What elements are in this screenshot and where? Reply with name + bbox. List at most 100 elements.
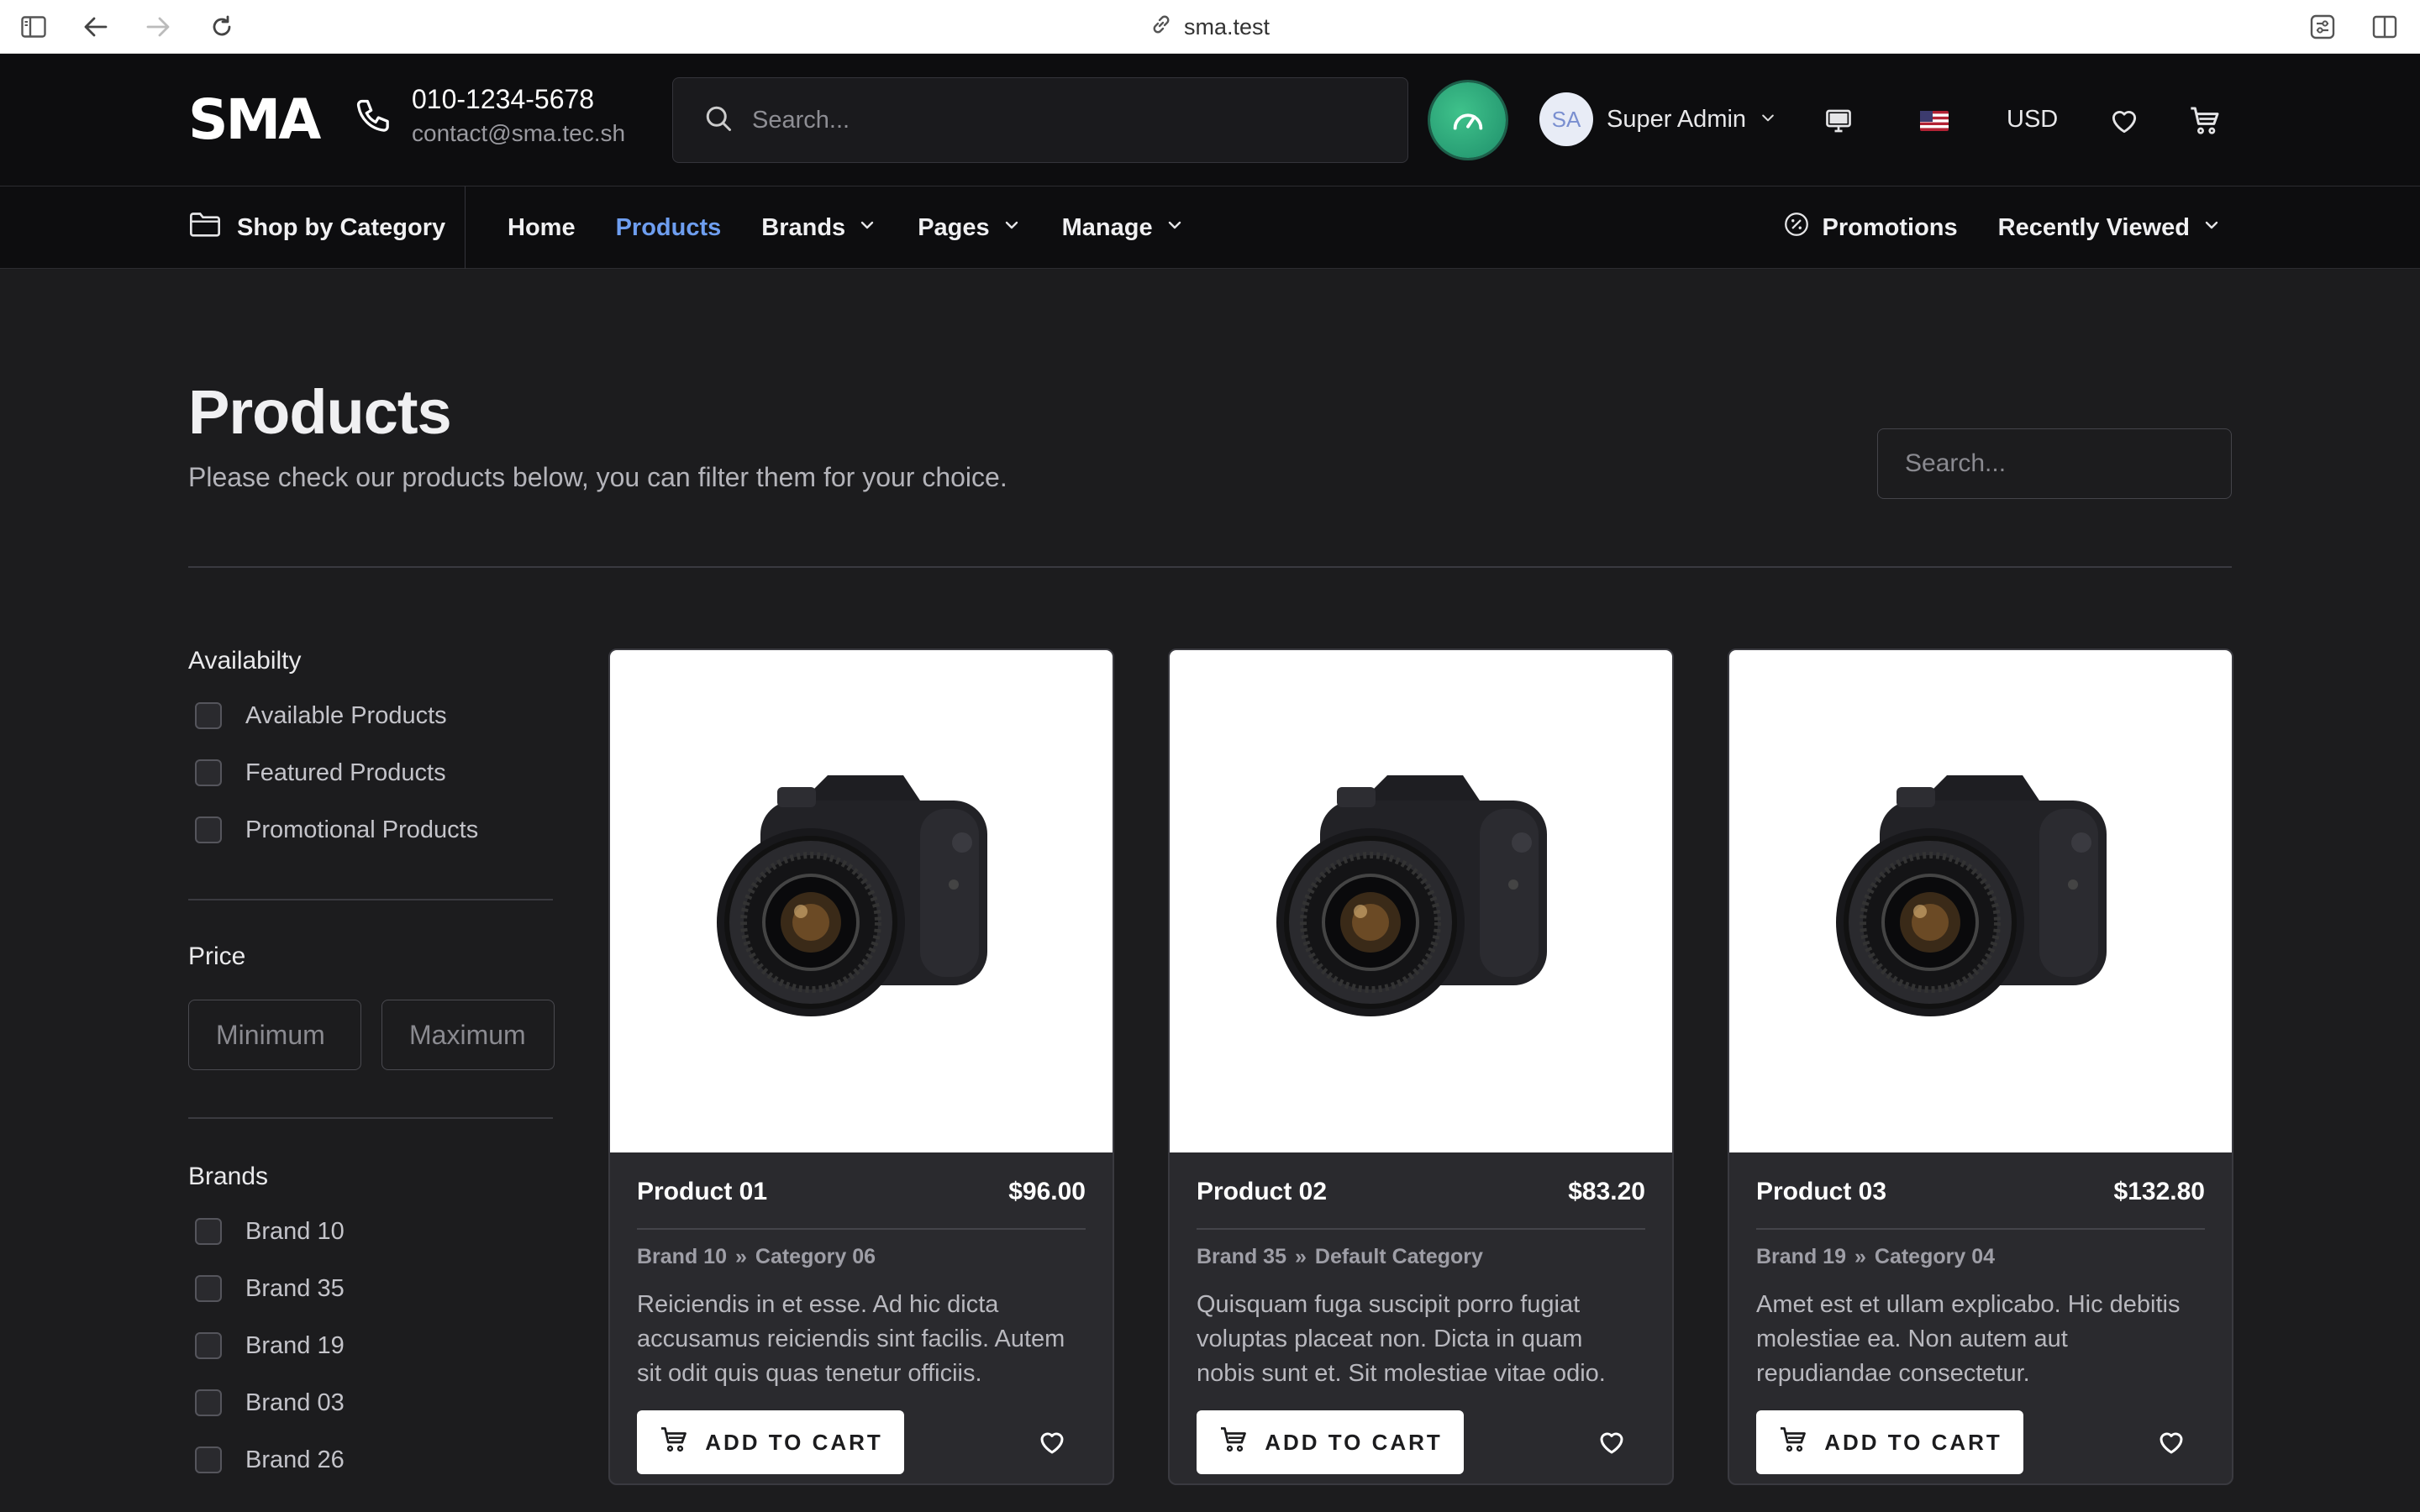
checkbox-featured-products[interactable]: Featured Products: [188, 744, 555, 801]
wishlist-heart-icon[interactable]: [1027, 1417, 1077, 1467]
us-flag-icon[interactable]: [1918, 104, 1951, 138]
product-card[interactable]: Product 03 $132.80 Brand 19 » Category 0…: [1728, 648, 2233, 1485]
checkbox[interactable]: [195, 1446, 222, 1473]
product-title-row: Product 01 $96.00: [637, 1178, 1086, 1230]
availability-options: Available Products Featured Products Pro…: [188, 687, 555, 858]
brands-heading: Brands: [188, 1163, 269, 1190]
wishlist-heart-icon[interactable]: [1586, 1417, 1637, 1467]
product-image[interactable]: [1170, 650, 1672, 1152]
product-meta: Brand 10 » Category 06: [637, 1245, 1086, 1269]
checkbox[interactable]: [195, 702, 222, 729]
product-description: Quisquam fuga suscipit porro fugiat volu…: [1197, 1291, 1606, 1387]
browser-toolbar: sma.test: [0, 0, 2420, 54]
checkbox[interactable]: [195, 1389, 222, 1416]
checkbox[interactable]: [195, 1332, 222, 1359]
nav-item-label: Manage: [1061, 213, 1153, 241]
nav-item-products[interactable]: Products: [616, 214, 722, 242]
product-category[interactable]: Category 04: [1875, 1245, 1995, 1269]
add-to-cart-label: ADD TO CART: [1824, 1429, 2002, 1455]
product-name[interactable]: Product 03: [1756, 1178, 1886, 1206]
currency-selector[interactable]: USD: [2007, 106, 2058, 134]
extensions-icon[interactable]: [2309, 13, 2336, 40]
checkbox-brand-10[interactable]: Brand 10: [188, 1203, 555, 1260]
product-search-input[interactable]: [1877, 428, 2232, 499]
checkbox-brand-19[interactable]: Brand 19: [188, 1317, 555, 1374]
product-name[interactable]: Product 01: [637, 1178, 767, 1206]
folder-icon: [188, 210, 222, 245]
product-card[interactable]: Product 01 $96.00 Brand 10 » Category 06…: [608, 648, 1114, 1485]
checkbox-label: Brand 26: [245, 1446, 345, 1473]
product-category[interactable]: Default Category: [1315, 1245, 1483, 1269]
checkbox-label: Brand 35: [245, 1274, 345, 1302]
checkbox-brand-26[interactable]: Brand 26: [188, 1431, 555, 1488]
checkbox[interactable]: [195, 1218, 222, 1245]
checkbox-available-products[interactable]: Available Products: [188, 687, 555, 744]
header-search[interactable]: [672, 77, 1408, 163]
checkbox[interactable]: [195, 1275, 222, 1302]
header-search-input[interactable]: [752, 106, 1391, 134]
nav-item-label: Pages: [918, 213, 990, 241]
site-logo[interactable]: SMA: [188, 87, 321, 152]
breadcrumb-separator: »: [734, 1245, 747, 1268]
avatar: SA: [1539, 92, 1593, 146]
price-max-input[interactable]: [381, 1000, 555, 1070]
add-to-cart-button[interactable]: ADD TO CART: [637, 1410, 904, 1474]
cart-icon: [658, 1425, 690, 1461]
monitor-icon[interactable]: [1822, 104, 1855, 138]
price-min-input[interactable]: [188, 1000, 361, 1070]
chevron-down-icon: [1760, 109, 1776, 130]
product-image[interactable]: [1729, 650, 2232, 1152]
product-brand[interactable]: Brand 10: [637, 1245, 727, 1269]
product-description: Reiciendis in et esse. Ad hic dicta accu…: [637, 1291, 1065, 1387]
checkbox-label: Promotional Products: [245, 816, 479, 843]
price-heading: Price: [188, 942, 246, 970]
gauge-icon[interactable]: [1430, 82, 1506, 158]
wishlist-heart-icon[interactable]: [2146, 1417, 2196, 1467]
shop-by-category-label: Shop by Category: [237, 213, 446, 241]
shop-by-category-button[interactable]: Shop by Category: [188, 186, 466, 269]
promotions-label: Promotions: [1822, 213, 1958, 241]
product-name[interactable]: Product 02: [1197, 1178, 1327, 1206]
split-view-icon[interactable]: [2371, 13, 2398, 40]
email-address[interactable]: contact@sma.tec.sh: [412, 120, 625, 147]
product-brand[interactable]: Brand 19: [1756, 1245, 1846, 1269]
nav-item-home[interactable]: Home: [508, 214, 576, 242]
cart-icon[interactable]: [2188, 104, 2222, 138]
address-bar[interactable]: sma.test: [0, 12, 2420, 42]
phone-number[interactable]: 010-1234-5678: [412, 84, 625, 115]
checkbox-brand-03[interactable]: Brand 03: [188, 1374, 555, 1431]
user-menu[interactable]: SA Super Admin: [1539, 92, 1776, 146]
checkbox[interactable]: [195, 759, 222, 786]
recently-viewed-dropdown[interactable]: Recently Viewed: [1998, 214, 2222, 242]
product-card[interactable]: Product 02 $83.20 Brand 35 » Default Cat…: [1168, 648, 1674, 1485]
discount-icon: [1782, 210, 1811, 245]
nav-item-manage[interactable]: Manage: [1062, 214, 1185, 242]
nav-item-brands[interactable]: Brands: [761, 214, 877, 242]
url-text: sma.test: [1183, 13, 1270, 39]
add-to-cart-button[interactable]: ADD TO CART: [1197, 1410, 1464, 1474]
product-brand[interactable]: Brand 35: [1197, 1245, 1286, 1269]
cart-icon: [1777, 1425, 1809, 1461]
price-range: [188, 1000, 555, 1070]
checkbox-label: Featured Products: [245, 759, 446, 786]
product-category[interactable]: Category 06: [755, 1245, 876, 1269]
product-price: $132.80: [2113, 1178, 2205, 1205]
chevron-down-icon: [1165, 214, 1185, 242]
checkbox-promotional-products[interactable]: Promotional Products: [188, 801, 555, 858]
add-to-cart-button[interactable]: ADD TO CART: [1756, 1410, 2023, 1474]
site-header: SMA 010-1234-5678 contact@sma.tec.sh SA …: [0, 54, 2420, 186]
search-icon: [703, 103, 734, 138]
availability-heading: Availabilty: [188, 647, 302, 675]
breadcrumb-separator: »: [1294, 1245, 1307, 1268]
nav-item-pages[interactable]: Pages: [918, 214, 1021, 242]
heart-icon[interactable]: [2107, 104, 2141, 138]
nav-item-label: Products: [615, 213, 722, 241]
brand-options: Brand 10 Brand 35 Brand 19 Brand 03 Bran…: [188, 1203, 555, 1488]
checkbox-brand-35[interactable]: Brand 35: [188, 1260, 555, 1317]
checkbox[interactable]: [195, 816, 222, 843]
checkbox-label: Brand 10: [245, 1217, 345, 1245]
product-meta: Brand 35 » Default Category: [1197, 1245, 1645, 1269]
promotions-link[interactable]: Promotions: [1782, 210, 1958, 245]
product-image[interactable]: [610, 650, 1113, 1152]
chevron-down-icon: [2202, 214, 2222, 242]
